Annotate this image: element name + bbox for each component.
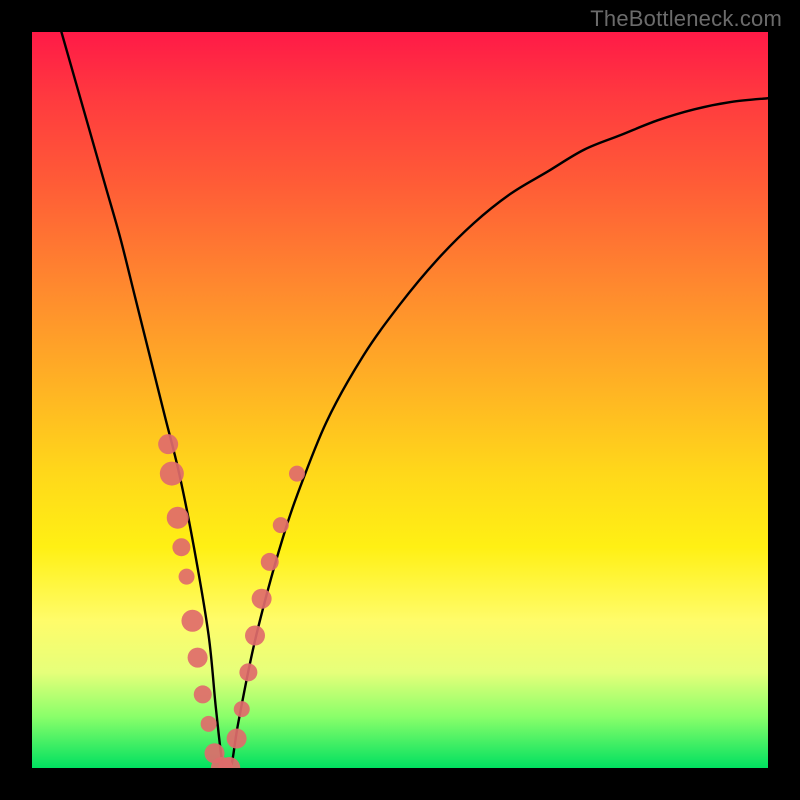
highlight-point [261,553,279,571]
highlight-point [188,648,208,668]
highlight-point [239,663,257,681]
chart-frame: TheBottleneck.com [0,0,800,800]
highlight-markers [158,434,305,768]
highlight-point [273,517,289,533]
highlight-point [181,610,203,632]
highlight-point [179,569,195,585]
highlight-point [245,626,265,646]
attribution-watermark: TheBottleneck.com [590,6,782,32]
highlight-point [160,462,184,486]
highlight-point [252,589,272,609]
highlight-point [289,466,305,482]
highlight-point [172,538,190,556]
highlight-point [227,729,247,749]
highlight-point [194,685,212,703]
plot-area [32,32,768,768]
highlight-point [234,701,250,717]
bottleneck-curve-path [61,32,768,768]
highlight-point [167,507,189,529]
highlight-point [158,434,178,454]
chart-svg [32,32,768,768]
highlight-point [201,716,217,732]
